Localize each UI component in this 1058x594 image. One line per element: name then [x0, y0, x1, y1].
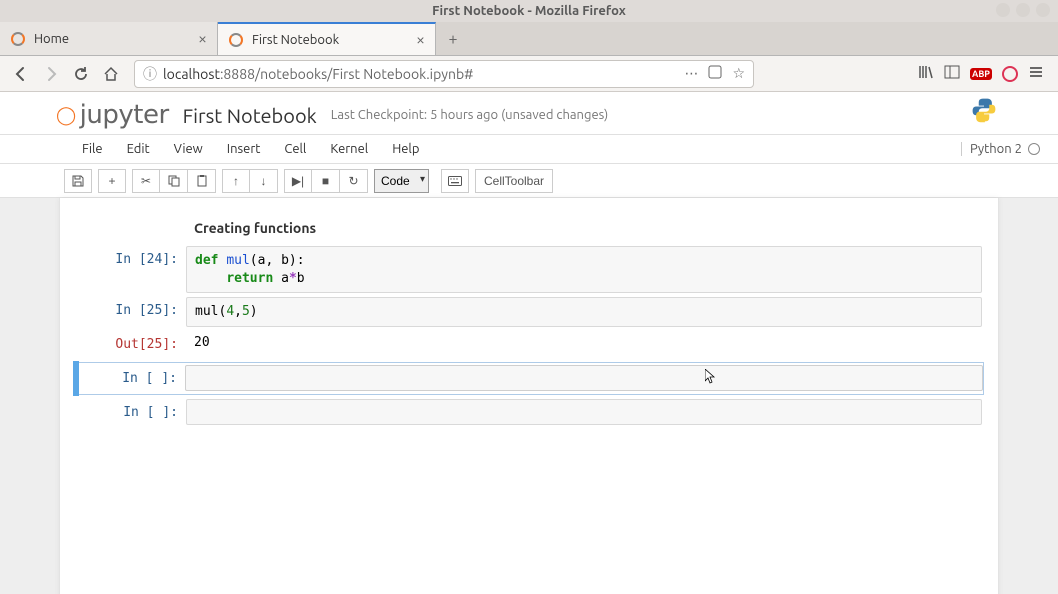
- abp-icon[interactable]: ABP: [970, 68, 992, 80]
- arrow-up-icon: ↑: [233, 174, 239, 188]
- move-down-button[interactable]: ↓: [250, 169, 278, 193]
- url-host: localhost: [163, 66, 220, 82]
- input-prompt: In [24]:: [76, 246, 186, 293]
- os-titlebar: First Notebook - Mozilla Firefox: [0, 0, 1058, 22]
- code-input[interactable]: def mul(a, b): return a*b: [186, 246, 982, 293]
- jupyter-logo-icon: ◯: [56, 105, 76, 126]
- plus-icon: +: [108, 174, 115, 188]
- menu-kernel[interactable]: Kernel: [318, 135, 380, 163]
- extension-icon[interactable]: [1002, 66, 1018, 82]
- code-input[interactable]: [186, 399, 982, 425]
- code-cell-empty[interactable]: In [ ]:: [76, 399, 982, 426]
- browser-tab-home[interactable]: Home ×: [0, 22, 218, 55]
- new-tab-button[interactable]: +: [436, 22, 470, 55]
- input-prompt: In [ ]:: [75, 365, 185, 392]
- python-logo-icon: [970, 96, 998, 127]
- kernel-name: Python 2: [970, 142, 1022, 156]
- code-input[interactable]: [185, 365, 983, 391]
- menu-edit[interactable]: Edit: [115, 135, 162, 163]
- jupyter-menubar: File Edit View Insert Cell Kernel Help P…: [0, 134, 1058, 164]
- step-forward-icon: ▶|: [292, 174, 304, 188]
- back-button[interactable]: [8, 61, 34, 87]
- browser-toolbar: ⓘ localhost:8888/notebooks/First Noteboo…: [0, 56, 1058, 92]
- menu-insert[interactable]: Insert: [215, 135, 273, 163]
- add-cell-button[interactable]: +: [98, 169, 126, 193]
- restart-icon: ↻: [348, 174, 358, 188]
- page-action-dots-icon[interactable]: ⋯: [684, 65, 698, 82]
- keyboard-icon: [448, 176, 462, 186]
- tab-close-button[interactable]: ×: [198, 30, 207, 48]
- site-info-icon[interactable]: ⓘ: [143, 64, 157, 84]
- window-close-button[interactable]: [1036, 3, 1050, 17]
- output-prompt: Out[25]:: [76, 331, 186, 358]
- jupyter-toolbar: + ✂ ↑ ↓ ▶| ■ ↻ Code CellToolbar: [0, 164, 1058, 198]
- jupyter-logo-text: jupyter: [80, 100, 169, 130]
- restart-button[interactable]: ↻: [340, 169, 368, 193]
- paste-icon: [196, 175, 208, 187]
- window-title: First Notebook - Mozilla Firefox: [432, 4, 626, 18]
- copy-button[interactable]: [160, 169, 188, 193]
- checkpoint-status: Last Checkpoint: 5 hours ago (unsaved ch…: [331, 108, 608, 122]
- code-input[interactable]: mul(4,5): [186, 297, 982, 327]
- menu-file[interactable]: File: [70, 135, 115, 163]
- save-button[interactable]: [64, 169, 92, 193]
- cut-button[interactable]: ✂: [132, 169, 160, 193]
- tab-label: First Notebook: [252, 33, 408, 47]
- address-bar[interactable]: ⓘ localhost:8888/notebooks/First Noteboo…: [134, 60, 754, 88]
- menu-cell[interactable]: Cell: [272, 135, 318, 163]
- code-cell-25[interactable]: In [25]: mul(4,5): [76, 297, 982, 327]
- url-path: :8888/notebooks/First Notebook.ipynb#: [220, 66, 473, 82]
- run-button[interactable]: ▶|: [284, 169, 312, 193]
- sidebar-icon[interactable]: [944, 64, 960, 83]
- stop-icon: ■: [322, 174, 329, 188]
- celltype-select[interactable]: Code: [374, 169, 429, 193]
- celltoolbar-button[interactable]: CellToolbar: [475, 169, 553, 193]
- notebook: Creating functions In [24]: def mul(a, b…: [59, 198, 999, 594]
- kernel-indicator[interactable]: Python 2: [961, 142, 1046, 156]
- home-button[interactable]: [98, 61, 124, 87]
- code-cell-24[interactable]: In [24]: def mul(a, b): return a*b: [76, 246, 982, 293]
- move-up-button[interactable]: ↑: [222, 169, 250, 193]
- hamburger-menu-icon[interactable]: [1028, 64, 1044, 83]
- interrupt-button[interactable]: ■: [312, 169, 340, 193]
- paste-button[interactable]: [188, 169, 216, 193]
- input-prompt: In [25]:: [76, 297, 186, 327]
- notebook-scroll-area[interactable]: Creating functions In [24]: def mul(a, b…: [0, 198, 1058, 594]
- input-prompt: In [ ]:: [76, 399, 186, 426]
- reload-button[interactable]: [68, 61, 94, 87]
- copy-icon: [168, 175, 180, 187]
- browser-tab-notebook[interactable]: First Notebook ×: [218, 22, 436, 55]
- jupyter-header: ◯ jupyter First Notebook Last Checkpoint…: [0, 92, 1058, 134]
- arrow-down-icon: ↓: [261, 174, 267, 188]
- tab-label: Home: [34, 32, 190, 46]
- jupyter-favicon-icon: [228, 32, 244, 48]
- jupyter-logo[interactable]: ◯ jupyter: [56, 100, 169, 130]
- page-content: ◯ jupyter First Notebook Last Checkpoint…: [0, 92, 1058, 594]
- menu-help[interactable]: Help: [380, 135, 431, 163]
- code-cell-empty-selected[interactable]: In [ ]:: [74, 362, 984, 395]
- markdown-cell[interactable]: Creating functions: [76, 214, 982, 242]
- menu-view[interactable]: View: [162, 135, 215, 163]
- tab-close-button[interactable]: ×: [416, 31, 425, 49]
- output-text: 20: [186, 331, 982, 354]
- window-maximize-button[interactable]: [1016, 3, 1030, 17]
- command-palette-button[interactable]: [441, 169, 469, 193]
- jupyter-favicon-icon: [10, 31, 26, 47]
- celltype-select-wrap: Code: [374, 169, 429, 193]
- bookmark-star-icon[interactable]: ☆: [732, 65, 745, 82]
- reader-mode-icon[interactable]: [708, 65, 722, 82]
- forward-button[interactable]: [38, 61, 64, 87]
- window-controls: [996, 3, 1050, 17]
- window-minimize-button[interactable]: [996, 3, 1010, 17]
- floppy-icon: [72, 175, 84, 187]
- markdown-rendered: Creating functions: [186, 214, 982, 242]
- scissors-icon: ✂: [141, 174, 151, 188]
- browser-tab-strip: Home × First Notebook × +: [0, 22, 1058, 56]
- code-cell-25-output: Out[25]: 20: [76, 331, 982, 358]
- library-icon[interactable]: [918, 64, 934, 83]
- notebook-title[interactable]: First Notebook: [183, 104, 317, 127]
- prompt-empty: [76, 214, 186, 242]
- kernel-status-icon: [1028, 143, 1040, 155]
